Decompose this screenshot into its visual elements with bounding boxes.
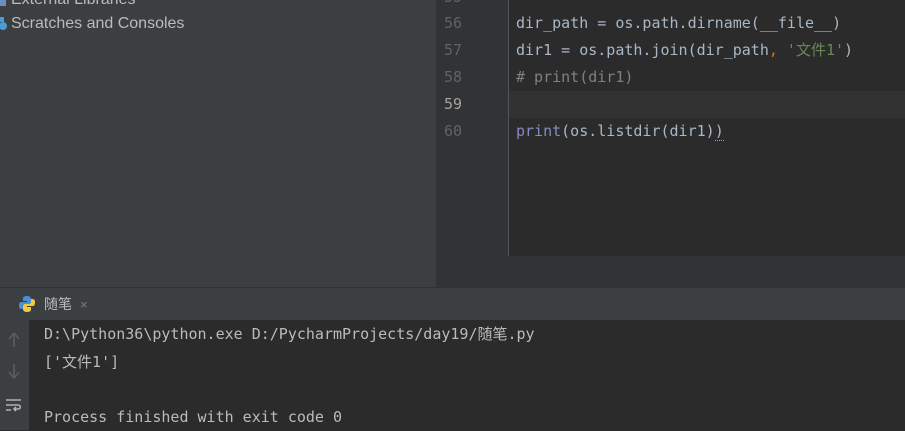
line-number-current: 59	[443, 95, 462, 113]
run-toolbar	[0, 320, 29, 430]
tree-item-external-libraries[interactable]: External Libraries	[0, 0, 136, 10]
code-line-60[interactable]: print(os.listdir(dir1))	[516, 118, 724, 145]
arrow-down-icon[interactable]	[3, 360, 25, 382]
arrow-up-icon[interactable]	[3, 329, 25, 351]
code-line-56[interactable]: dir_path = os.path.dirname(__file__)	[516, 10, 841, 37]
tree-item-label: Scratches and Consoles	[11, 15, 185, 32]
code-string: '文件1'	[777, 41, 845, 59]
code-editor[interactable]: 55 56 57 58 59 60 dir_path = os.path.dir…	[436, 0, 905, 287]
library-icon	[0, 0, 10, 7]
soft-wrap-icon[interactable]	[3, 394, 25, 416]
line-number: 56	[443, 14, 462, 32]
code-comma: ,	[768, 41, 778, 59]
code-text: dir1 = os.path.join(dir_path	[516, 41, 769, 59]
code-builtin: print	[516, 122, 562, 140]
console-line: ['文件1']	[44, 353, 120, 371]
line-number: 57	[443, 41, 462, 59]
line-number: 58	[443, 68, 462, 86]
run-console[interactable]: D:\Python36\python.exe D:/PycharmProject…	[29, 320, 905, 430]
current-line-highlight	[509, 91, 905, 118]
python-icon	[18, 295, 36, 313]
code-text: (os.listdir(dir1)	[561, 122, 715, 140]
console-line: D:\Python36\python.exe D:/PycharmProject…	[44, 325, 535, 343]
gutter-divider	[508, 0, 509, 256]
project-tree-panel: External Libraries Scratches and Console…	[0, 0, 436, 287]
tree-item-scratches-and-consoles[interactable]: Scratches and Consoles	[0, 14, 184, 34]
line-number: 60	[443, 122, 462, 140]
code-line-57[interactable]: dir1 = os.path.join(dir_path, '文件1')	[516, 37, 853, 64]
editor-bottom-area	[436, 256, 905, 287]
scratches-icon	[0, 17, 10, 31]
code-warning-paren: )	[714, 122, 724, 141]
code-line-58[interactable]: # print(dir1)	[516, 64, 633, 91]
run-tool-window-header: 随笔 ×	[0, 287, 905, 320]
code-text: )	[844, 41, 854, 59]
run-tab[interactable]: 随笔 ×	[18, 288, 88, 320]
run-tab-label: 随笔	[44, 296, 72, 312]
close-icon[interactable]: ×	[80, 297, 88, 312]
console-line: Process finished with exit code 0	[44, 408, 343, 426]
tree-item-label: External Libraries	[11, 0, 136, 9]
